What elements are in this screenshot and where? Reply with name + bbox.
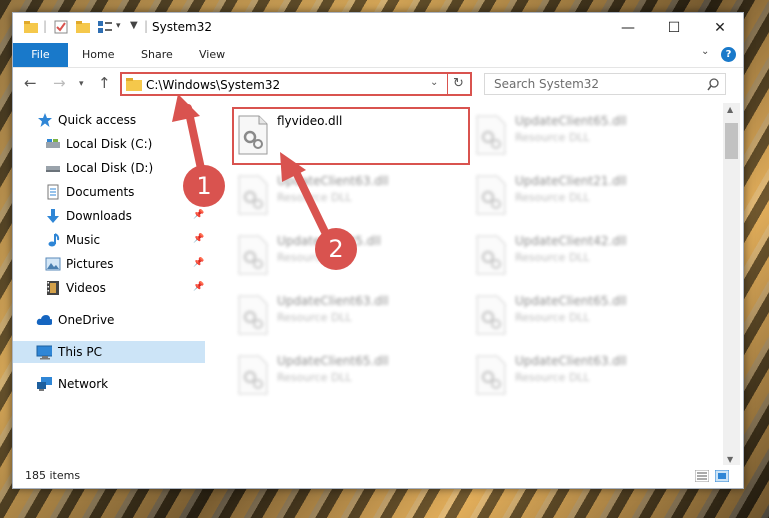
step-badge-1: 1 [183,165,225,207]
arrow-head-1 [172,94,200,122]
arrow-to-file [291,166,329,236]
annotation-arrows [172,94,329,236]
step-badge-2: 2 [315,228,357,270]
